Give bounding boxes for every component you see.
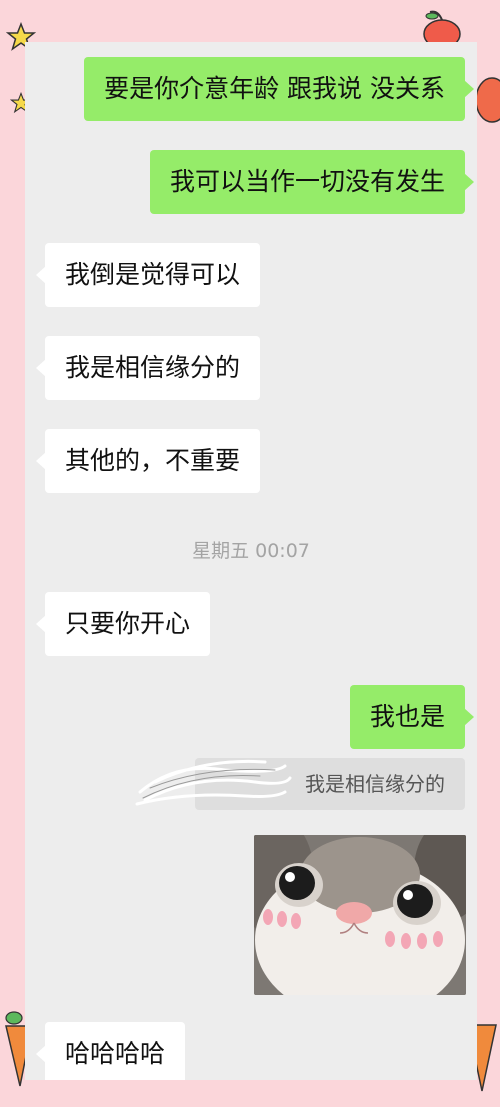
outgoing-message[interactable]: 要是你介意年龄 跟我说 没关系 [84, 57, 474, 121]
incoming-message[interactable]: 其他的，不重要 [35, 429, 261, 493]
cat-face [254, 835, 466, 995]
outgoing-message[interactable]: 我可以当作一切没有发生 [149, 150, 475, 214]
chat-window[interactable]: 要是你介意年龄 跟我说 没关系 我可以当作一切没有发生 我倒是觉得可以 我是相信… [25, 42, 477, 1080]
incoming-message[interactable]: 我倒是觉得可以 [35, 243, 261, 307]
quoted-reply-text: 我是相信缘分的 [305, 772, 445, 796]
outgoing-message[interactable]: 我也是 [349, 685, 475, 749]
cat-sticker-image[interactable] [254, 835, 466, 995]
chat-timestamp: 星期五 00:07 [192, 540, 310, 562]
incoming-message[interactable]: 只要你开心 [35, 592, 211, 656]
incoming-message[interactable]: 哈哈哈哈 [35, 1022, 186, 1080]
redaction-scribble [135, 759, 292, 806]
incoming-message[interactable]: 我是相信缘分的 [35, 336, 261, 400]
